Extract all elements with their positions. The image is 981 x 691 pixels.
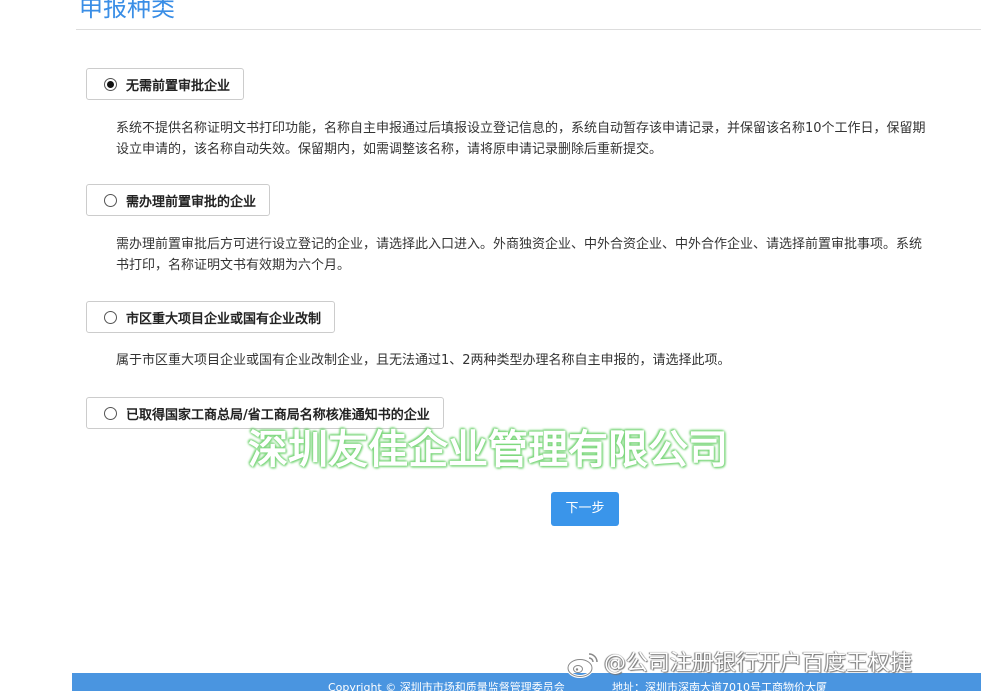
radio-unselected-icon[interactable]	[104, 193, 117, 207]
footer-address: 地址：深圳市深南大道7010号工商物价大厦	[612, 681, 827, 691]
option-description-line: 书打印，名称证明文书有效期为六个月。	[116, 258, 351, 273]
option-no-prior-approval[interactable]: 无需前置审批企业	[86, 68, 245, 100]
page-title: 申报种类	[79, 0, 175, 22]
radio-unselected-icon[interactable]	[104, 406, 117, 420]
option-label: 已取得国家工商总局/省工商局名称核准通知书的企业	[126, 407, 430, 423]
radio-selected-icon[interactable]	[104, 77, 117, 91]
option-description-line: 需办理前置审批后方可进行设立登记的企业，请选择此入口进入。外商独资企业、中外合资…	[116, 237, 923, 252]
option-description-line: 属于市区重大项目企业或国有企业改制企业，且无法通过1、2两种类型办理名称自主申报…	[116, 353, 731, 368]
next-step-button[interactable]: 下一步	[551, 492, 619, 526]
option-description-line: 设立申请的，该名称自动失效。保留期内，如需调整该名称，请将原申请记录删除后重新提…	[116, 142, 663, 157]
option-label: 无需前置审批企业	[126, 78, 231, 94]
radio-unselected-icon[interactable]	[104, 310, 117, 324]
option-label: 需办理前置审批的企业	[126, 194, 257, 210]
weibo-icon	[566, 653, 598, 678]
footer-copyright: Copyright © 深圳市市场和质量监督管理委员会	[328, 681, 565, 691]
title-divider	[76, 29, 981, 30]
option-prior-approval[interactable]: 需办理前置审批的企业	[86, 184, 271, 216]
company-watermark: 深圳友佳企业管理有限公司	[248, 426, 728, 473]
weibo-watermark: @公司注册银行开户百度王权捷	[566, 649, 912, 679]
option-major-project[interactable]: 市区重大项目企业或国有企业改制	[86, 301, 336, 333]
option-description-line: 系统不提供名称证明文书打印功能，名称自主申报通过后填报设立登记信息的，系统自动暂…	[116, 121, 926, 136]
option-label: 市区重大项目企业或国有企业改制	[126, 311, 322, 327]
weibo-watermark-text: @公司注册银行开户百度王权捷	[604, 651, 913, 676]
